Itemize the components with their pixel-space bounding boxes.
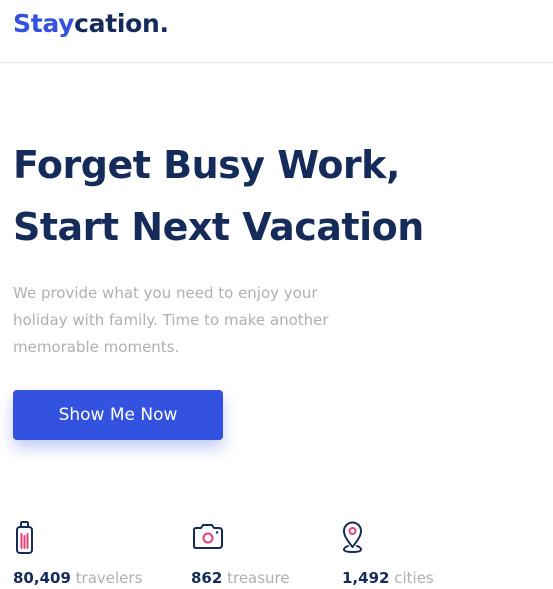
show-me-now-button[interactable]: Show Me Now xyxy=(13,390,223,440)
hero-description: We provide what you need to enjoy your h… xyxy=(13,284,329,356)
stat-value: 862 xyxy=(191,569,223,587)
stat-value: 1,492 xyxy=(342,569,390,587)
hero-title: Forget Busy Work, Start Next Vacation xyxy=(13,134,424,258)
stat-text: 80,409 travelers xyxy=(13,568,142,588)
logo[interactable]: Staycation. xyxy=(13,6,169,42)
hero-title-line-2: Start Next Vacation xyxy=(13,205,424,249)
stat-label: cities xyxy=(394,569,434,587)
stat-label: travelers xyxy=(75,569,143,587)
landing-page: Staycation. Forget Busy Work, Start Next… xyxy=(0,0,553,589)
header: Staycation. xyxy=(0,0,553,63)
logo-part-1: Stay xyxy=(13,9,75,38)
stat-label: treasure xyxy=(227,569,290,587)
camera-icon xyxy=(191,520,227,556)
suitcase-icon xyxy=(13,520,49,556)
map-pin-icon xyxy=(342,520,378,556)
stat-value: 80,409 xyxy=(13,569,71,587)
logo-part-2: cation. xyxy=(74,9,169,38)
stat-text: 862 treasure xyxy=(191,568,290,588)
stat-text: 1,492 cities xyxy=(342,568,434,588)
hero-title-line-1: Forget Busy Work, xyxy=(13,143,400,187)
